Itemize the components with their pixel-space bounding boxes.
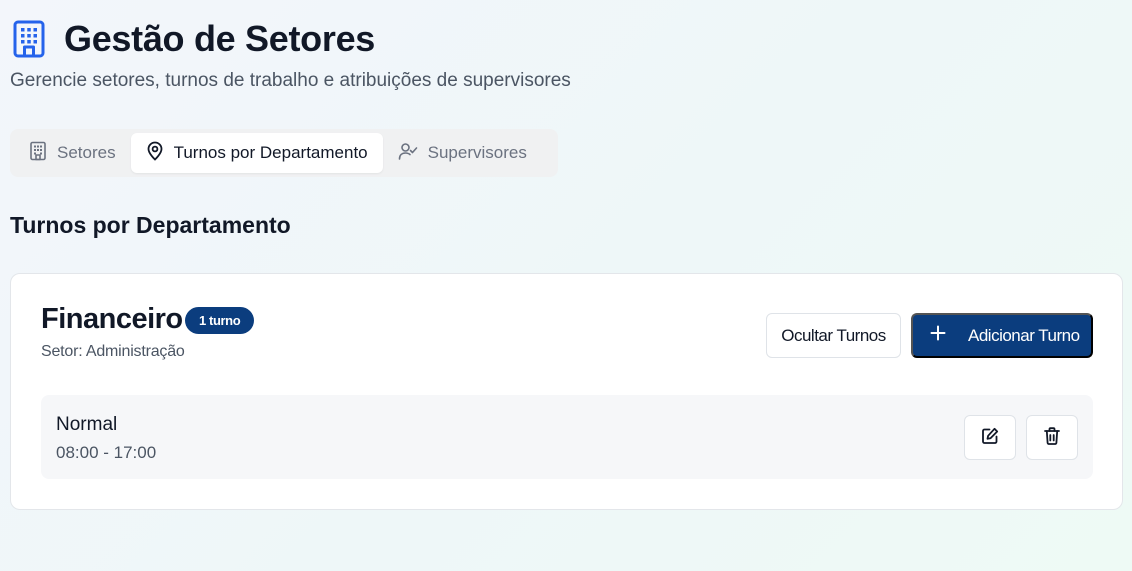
page-subtitle: Gerencie setores, turnos de trabalho e a…: [10, 70, 571, 91]
tab-supervisores[interactable]: Supervisores: [383, 133, 542, 173]
section-title: Turnos por Departamento: [10, 212, 291, 238]
page-title: Gestão de Setores: [64, 18, 376, 59]
trash-icon: [1044, 427, 1060, 448]
map-pin-icon: [146, 141, 164, 166]
shift-name: Normal: [56, 414, 118, 435]
tab-turnos-por-departamento[interactable]: Turnos por Departamento: [130, 133, 383, 173]
add-shift-label: Adicionar Turno: [968, 325, 1080, 345]
edit-shift-button[interactable]: [964, 415, 1016, 460]
tab-label: Turnos por Departamento: [173, 143, 368, 162]
title-row: Gestão de Setores: [10, 18, 571, 60]
plus-icon: [930, 325, 946, 346]
tab-label: Supervisores: [427, 143, 527, 162]
building-icon: [10, 18, 48, 60]
department-name: Financeiro: [41, 303, 183, 335]
department-card: Financeiro 1 turno Setor: Administração …: [10, 273, 1123, 510]
tab-list: Setores Turnos por Departamento Supervis…: [10, 129, 558, 177]
delete-shift-button[interactable]: [1026, 415, 1078, 460]
shift-row: Normal 08:00 - 17:00: [41, 395, 1093, 479]
page-header: Gestão de Setores Gerencie setores, turn…: [10, 18, 571, 92]
shift-time: 08:00 - 17:00: [56, 443, 157, 462]
tab-setores[interactable]: Setores: [14, 133, 131, 173]
add-shift-button[interactable]: Adicionar Turno: [911, 313, 1093, 358]
edit-icon: [981, 427, 999, 448]
user-check-icon: [398, 141, 418, 166]
shift-count-badge: 1 turno: [185, 307, 255, 334]
building-icon: [29, 141, 47, 166]
hide-shifts-button[interactable]: Ocultar Turnos: [766, 313, 901, 358]
tab-label: Setores: [57, 143, 116, 162]
department-sector: Setor: Administração: [41, 343, 185, 360]
